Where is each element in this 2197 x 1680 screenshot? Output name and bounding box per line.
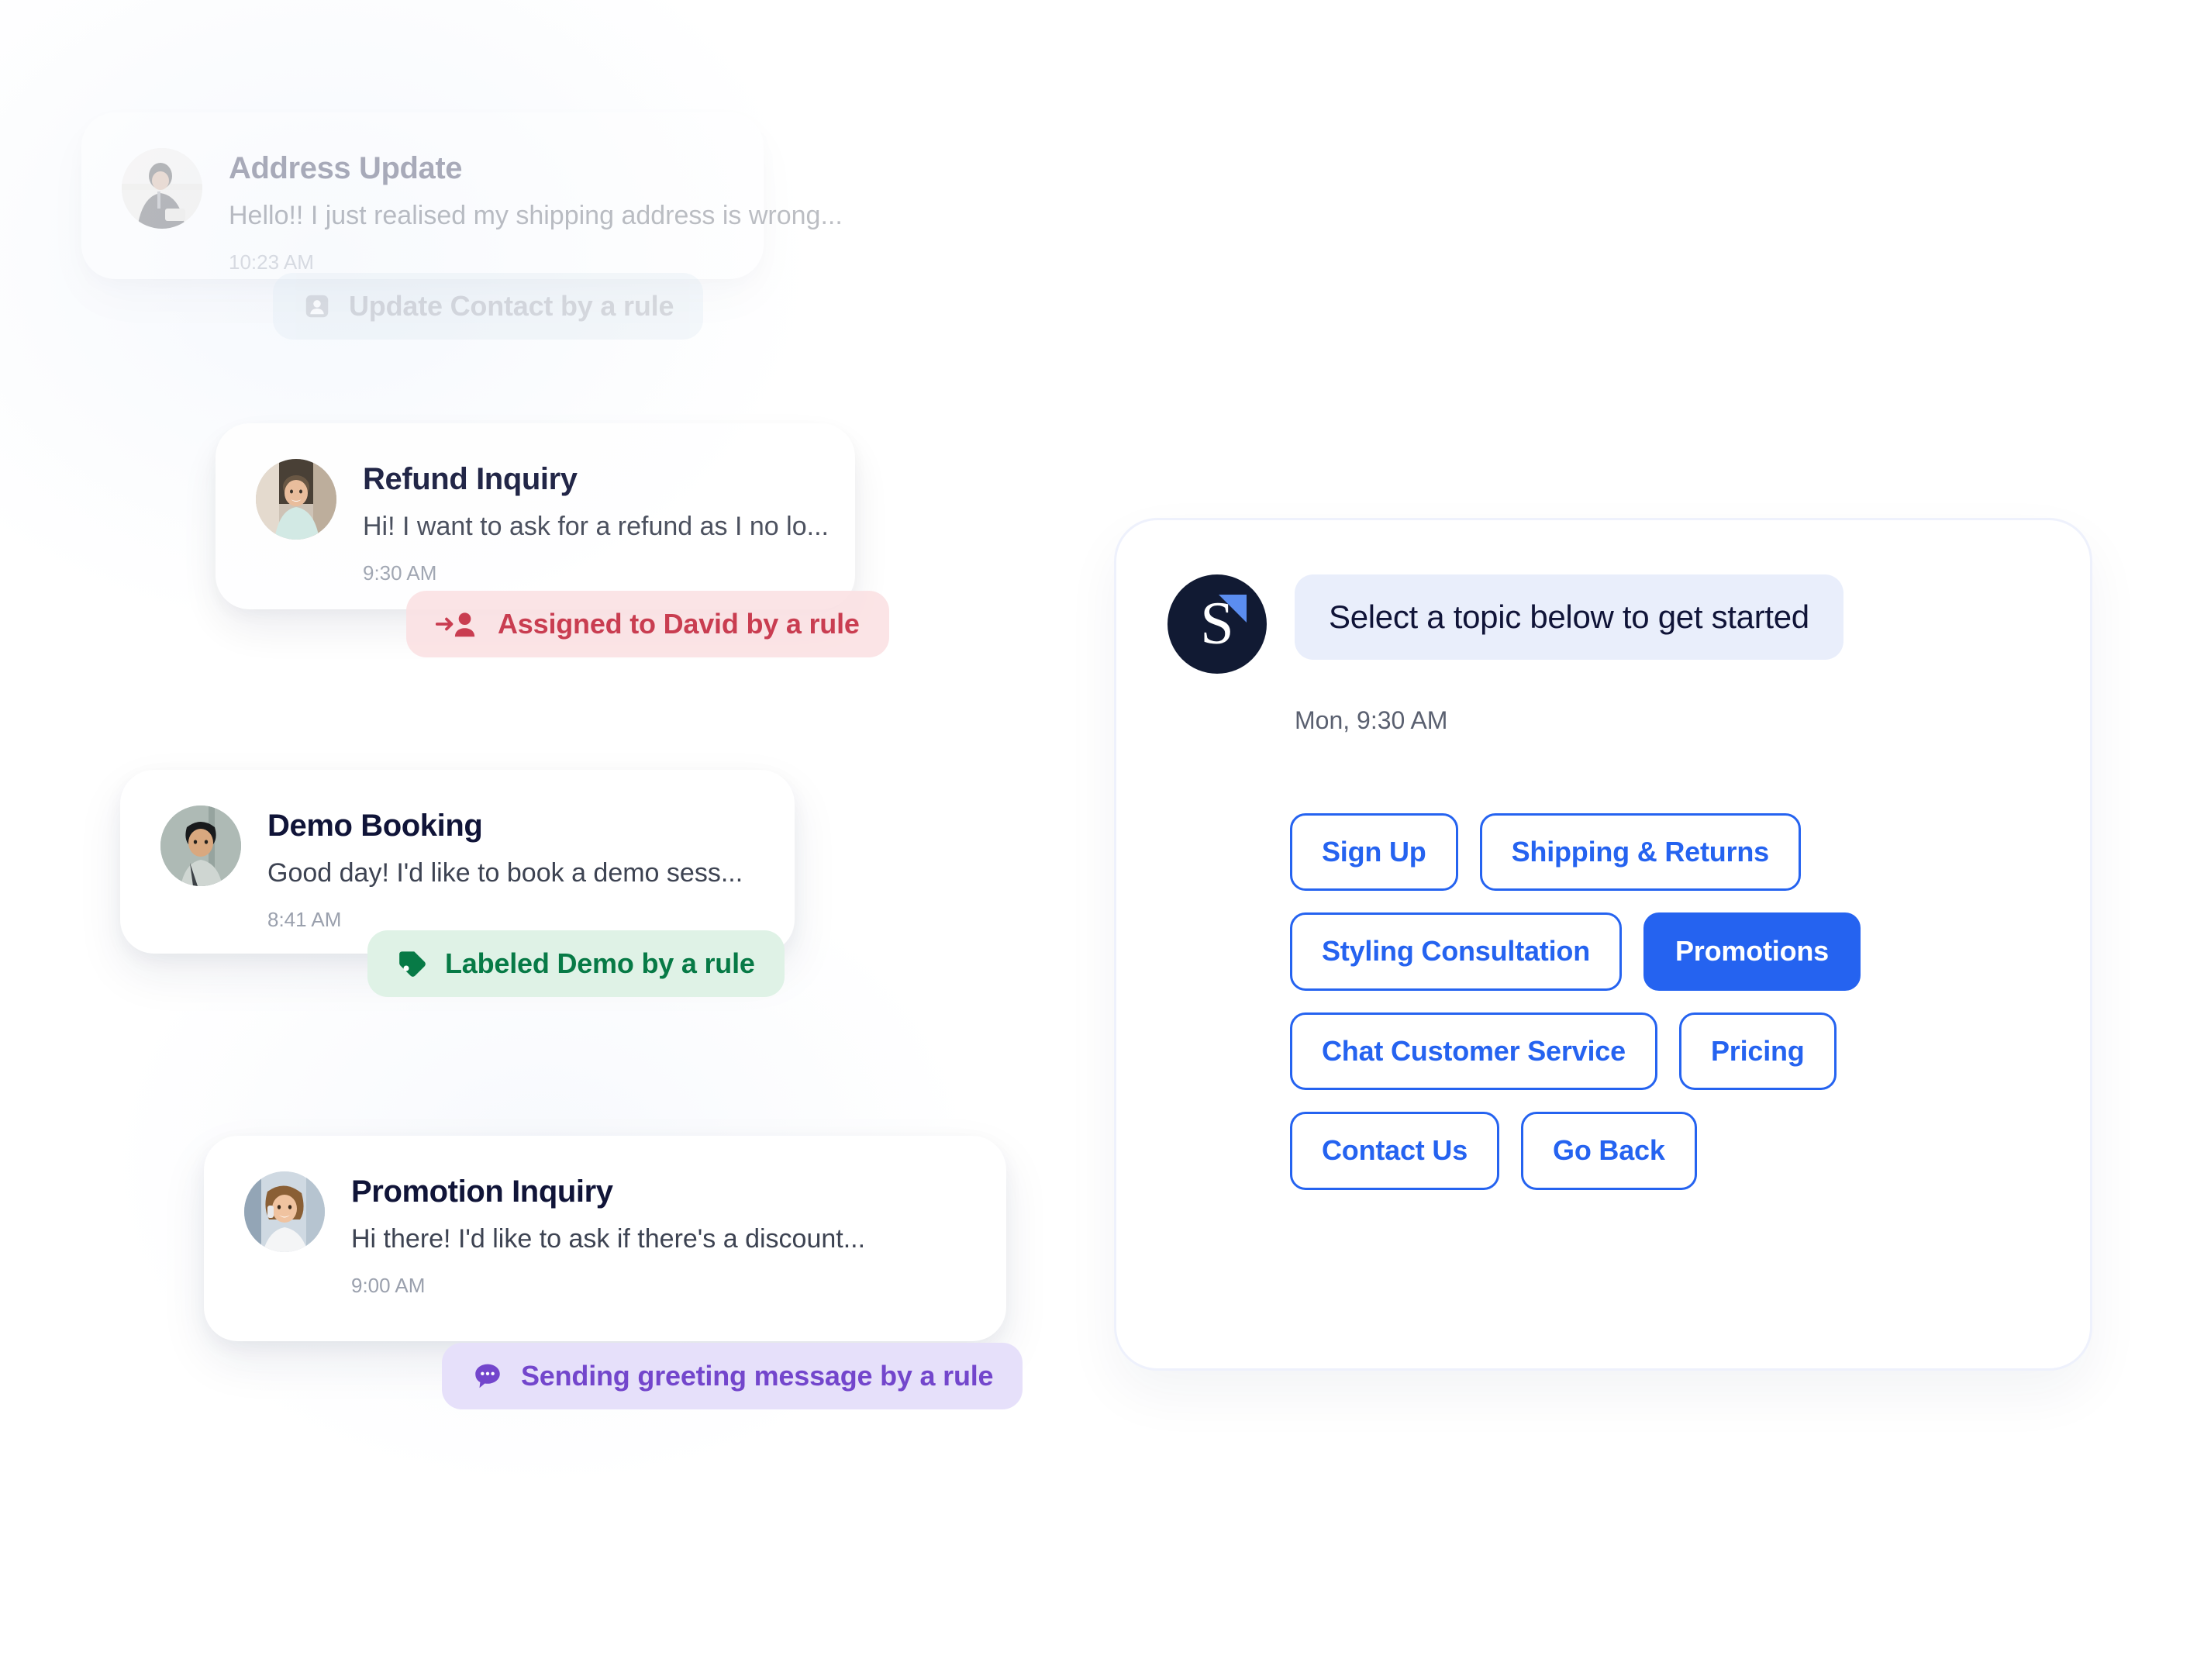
chat-widget: S Select a topic below to get started Mo…	[1114, 518, 2092, 1371]
avatar	[122, 148, 202, 229]
rule-badge-update-contact: Update Contact by a rule	[273, 273, 704, 340]
conversation-title: Demo Booking	[267, 809, 483, 843]
conversation-card[interactable]: Address Update Hello!! I just realised m…	[81, 112, 843, 279]
conversation-preview: Good day! I'd like to book a demo sess..…	[267, 858, 743, 888]
conversation-time: 9:00 AM	[351, 1274, 426, 1298]
bot-message-bubble: Select a topic below to get started	[1295, 574, 1843, 661]
topic-button-pricing[interactable]: Pricing	[1678, 1012, 1837, 1091]
contact-card-icon	[302, 291, 332, 321]
brand-letter: S	[1200, 588, 1234, 657]
rule-badge-labeled: Labeled Demo by a rule	[367, 930, 785, 997]
screenshot-stage: Address Update Hello!! I just realised m…	[0, 0, 2197, 1680]
conversation-card[interactable]: Promotion Inquiry Hi there! I'd like to …	[204, 1136, 1006, 1341]
message-timestamp: Mon, 9:30 AM	[1295, 706, 1448, 734]
topic-button-go-back[interactable]: Go Back	[1521, 1112, 1697, 1190]
conversation-preview: Hi! I want to ask for a refund as I no l…	[363, 512, 829, 541]
avatar	[256, 459, 336, 540]
rule-badge-label: Update Contact by a rule	[349, 290, 674, 322]
avatar	[160, 806, 241, 886]
topic-button-styling-consultation[interactable]: Styling Consultation	[1290, 912, 1622, 991]
topic-button-sign-up[interactable]: Sign Up	[1290, 813, 1458, 892]
conversation-card[interactable]: Demo Booking Good day! I'd like to book …	[120, 770, 795, 954]
conversation-time: 9:30 AM	[363, 561, 437, 585]
conversation-title: Address Update	[229, 151, 463, 185]
chat-bubble-dots-icon	[471, 1360, 504, 1392]
conversation-preview: Hello!! I just realised my shipping addr…	[229, 201, 843, 230]
assign-person-icon	[436, 609, 481, 639]
conversation-card[interactable]: Refund Inquiry Hi! I want to ask for a r…	[216, 423, 855, 609]
rule-badge-assigned: Assigned to David by a rule	[406, 591, 889, 657]
topic-button-shipping-returns[interactable]: Shipping & Returns	[1479, 813, 1801, 892]
rule-badge-label: Assigned to David by a rule	[498, 608, 860, 640]
bot-message-row: S Select a topic below to get started	[1167, 574, 1843, 674]
conversation-time: 10:23 AM	[229, 250, 314, 274]
topic-button-grid: Sign Up Shipping & Returns Styling Consu…	[1290, 813, 2003, 1190]
brand-avatar: S	[1167, 574, 1267, 674]
rule-badge-label: Labeled Demo by a rule	[445, 947, 755, 979]
tag-icon	[397, 948, 428, 979]
topic-button-chat-customer-service[interactable]: Chat Customer Service	[1290, 1012, 1657, 1091]
conversation-preview: Hi there! I'd like to ask if there's a d…	[351, 1224, 866, 1254]
conversation-title: Promotion Inquiry	[351, 1175, 613, 1209]
topic-button-contact-us[interactable]: Contact Us	[1290, 1112, 1500, 1190]
avatar	[244, 1171, 325, 1252]
rule-badge-label: Sending greeting message by a rule	[521, 1360, 994, 1392]
conversation-title: Refund Inquiry	[363, 462, 578, 496]
rule-badge-greeting: Sending greeting message by a rule	[442, 1343, 1023, 1409]
topic-button-promotions[interactable]: Promotions	[1643, 912, 1861, 991]
conversation-time: 8:41 AM	[267, 908, 342, 932]
